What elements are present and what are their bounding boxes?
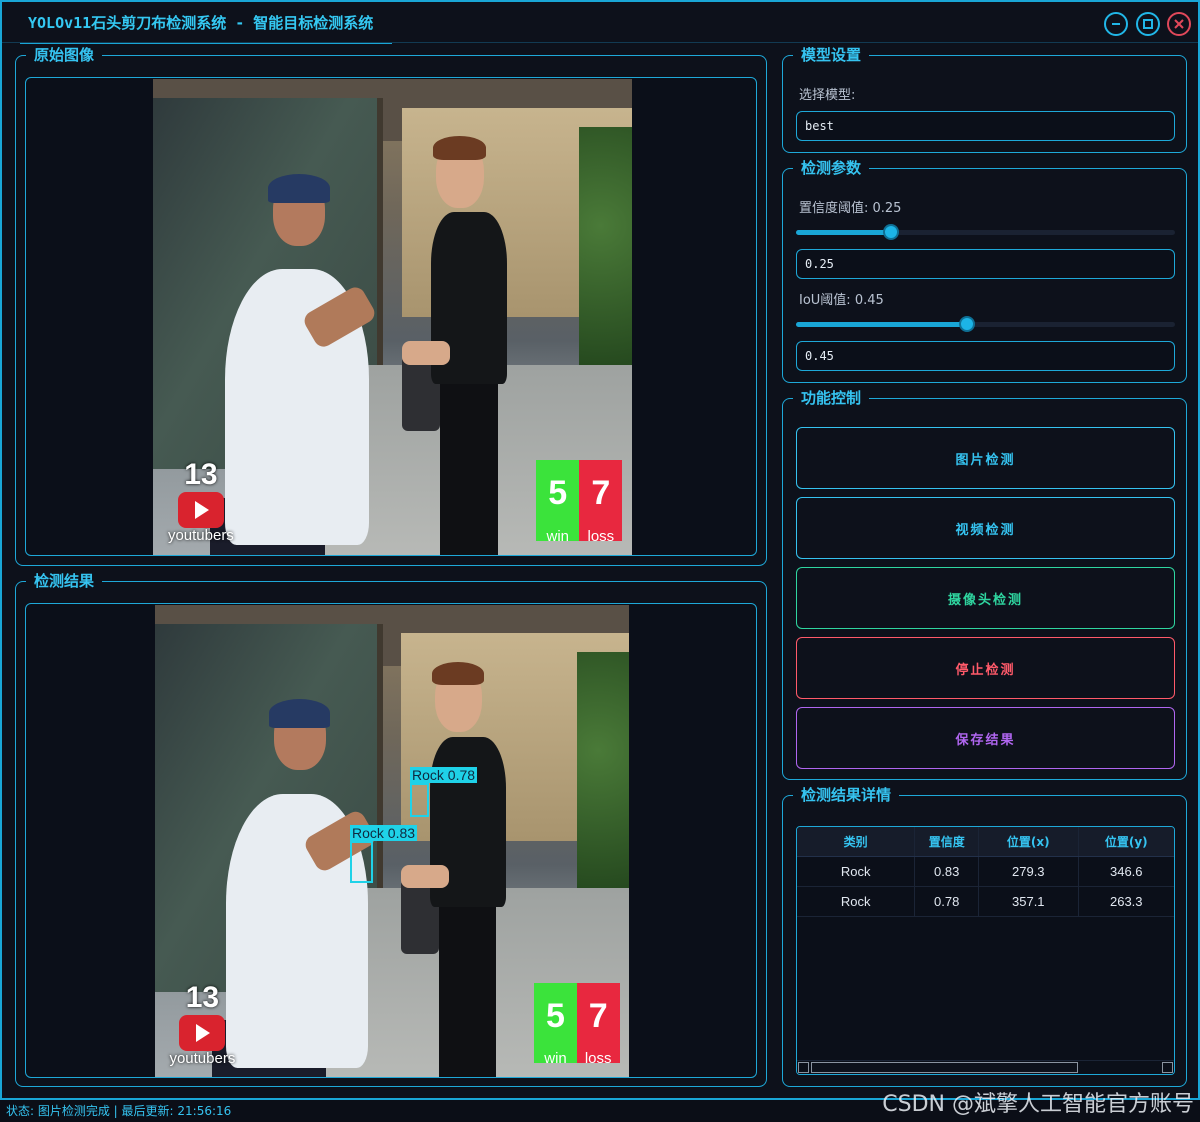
- table-cell: 357.1: [979, 887, 1079, 916]
- table-cell: Rock: [797, 857, 916, 886]
- detection-box: Rock 0.83: [350, 825, 418, 883]
- watermark: CSDN @斌擎人工智能官方账号: [882, 1092, 1194, 1117]
- table-cell: 279.3: [979, 857, 1079, 886]
- loss-score: 7 loss: [576, 982, 620, 1067]
- model-settings-group: 模型设置 选择模型: best: [782, 44, 1187, 153]
- scroll-left-icon[interactable]: [798, 1062, 809, 1073]
- save-result-button[interactable]: 保存结果: [796, 707, 1175, 769]
- video-detect-button[interactable]: 视频检测: [796, 497, 1175, 559]
- iou-slider-fill: [796, 322, 967, 327]
- window-title: YOLOv11石头剪刀布检测系统 - 智能目标检测系统: [20, 4, 392, 44]
- scrollbar-thumb[interactable]: [811, 1062, 1078, 1073]
- detection-box: Rock 0.78: [410, 767, 478, 817]
- stop-detect-button[interactable]: 停止检测: [796, 637, 1175, 699]
- column-header[interactable]: 置信度: [915, 827, 980, 856]
- function-controls-group: 功能控制 图片检测 视频检测 摄像头检测 停止检测 保存结果: [782, 387, 1187, 780]
- confidence-label: 置信度阈值: 0.25: [799, 201, 902, 216]
- play-icon: [179, 1014, 226, 1051]
- play-icon: [177, 491, 224, 528]
- detect-params-group: 检测参数 置信度阈值: 0.25 0.25 IoU阈值: 0.45 0.45: [782, 157, 1187, 383]
- table-cell: Rock: [797, 887, 916, 916]
- model-select-label: 选择模型:: [799, 88, 856, 103]
- table-cell: 346.6: [1109, 864, 1143, 879]
- iou-label: IoU阈值: 0.45: [799, 293, 884, 308]
- original-image-group: 原始图像 13 youtubers 5 win 7 loss: [15, 44, 767, 566]
- result-image-frame: 13 youtubers 5 win 7 loss Rock 0.78 Rock…: [25, 603, 757, 1078]
- table-header: 类别 置信度 位置(x) 位置(y): [797, 827, 1174, 857]
- image-detect-button[interactable]: 图片检测: [796, 427, 1175, 489]
- column-header[interactable]: 类别: [797, 827, 916, 856]
- maximize-button[interactable]: [1136, 12, 1160, 36]
- camera-detect-button[interactable]: 摄像头检测: [796, 567, 1175, 629]
- original-image-title: 原始图像: [26, 44, 103, 66]
- win-score: 5 win: [536, 459, 580, 545]
- detection-label: Rock 0.83: [350, 825, 418, 841]
- result-image-title: 检测结果: [26, 570, 103, 592]
- column-header[interactable]: 位置(y): [1079, 827, 1174, 856]
- model-select[interactable]: best: [796, 111, 1175, 141]
- score-board: 5 win 7 loss: [534, 982, 620, 1067]
- youtubers-badge: 13 youtubers: [169, 980, 236, 1067]
- iou-slider[interactable]: [796, 316, 1175, 332]
- table-cell: 263.3: [1109, 894, 1143, 909]
- result-image-group: 检测结果 13 youtubers 5 win 7 loss Rock 0.78…: [15, 570, 767, 1087]
- loss-score: 7 loss: [579, 459, 623, 545]
- title-divider: [2, 42, 1198, 43]
- column-header[interactable]: 位置(x): [979, 827, 1079, 856]
- youtubers-badge: 13 youtubers: [167, 457, 234, 544]
- horizontal-scrollbar[interactable]: [797, 1060, 1174, 1074]
- confidence-input[interactable]: 0.25: [796, 249, 1175, 279]
- maximize-icon: [1143, 19, 1153, 29]
- confidence-slider[interactable]: [796, 224, 1175, 240]
- table-cell: 0.83: [915, 857, 980, 886]
- result-image: 13 youtubers 5 win 7 loss Rock 0.78 Rock…: [155, 605, 629, 1077]
- confidence-slider-handle[interactable]: [882, 224, 899, 240]
- score-board: 5 win 7 loss: [536, 459, 623, 545]
- iou-input[interactable]: 0.45: [796, 341, 1175, 371]
- original-image: 13 youtubers 5 win 7 loss: [153, 79, 632, 555]
- minimize-button[interactable]: [1104, 12, 1128, 36]
- table-row[interactable]: Rock 0.83 279.3 346.6: [797, 857, 1174, 887]
- model-select-value: best: [805, 119, 834, 133]
- result-details-group: 检测结果详情 类别 置信度 位置(x) 位置(y) Rock 0.83 279.…: [782, 784, 1187, 1087]
- model-settings-title: 模型设置: [793, 44, 870, 66]
- detection-label: Rock 0.78: [410, 767, 478, 783]
- table-row[interactable]: Rock 0.78 357.1 263.3: [797, 887, 1174, 917]
- app-window: YOLOv11石头剪刀布检测系统 - 智能目标检测系统 原始图像 13 yout…: [0, 0, 1200, 1100]
- scroll-right-icon[interactable]: [1162, 1062, 1173, 1073]
- function-controls-title: 功能控制: [793, 387, 870, 409]
- iou-input-value: 0.45: [805, 349, 834, 363]
- result-table[interactable]: 类别 置信度 位置(x) 位置(y) Rock 0.83 279.3 346.6…: [796, 826, 1175, 1075]
- original-image-frame: 13 youtubers 5 win 7 loss: [25, 77, 757, 556]
- close-button[interactable]: [1167, 12, 1191, 36]
- result-details-title: 检测结果详情: [793, 784, 900, 806]
- confidence-slider-fill: [796, 230, 891, 235]
- table-cell: 0.78: [915, 887, 980, 916]
- win-score: 5 win: [534, 982, 577, 1067]
- detect-params-title: 检测参数: [793, 157, 870, 179]
- iou-slider-handle[interactable]: [958, 316, 975, 332]
- minimize-icon: [1112, 23, 1120, 25]
- title-bar: YOLOv11石头剪刀布检测系统 - 智能目标检测系统: [2, 2, 1198, 44]
- confidence-input-value: 0.25: [805, 257, 834, 271]
- close-icon: [1174, 19, 1184, 29]
